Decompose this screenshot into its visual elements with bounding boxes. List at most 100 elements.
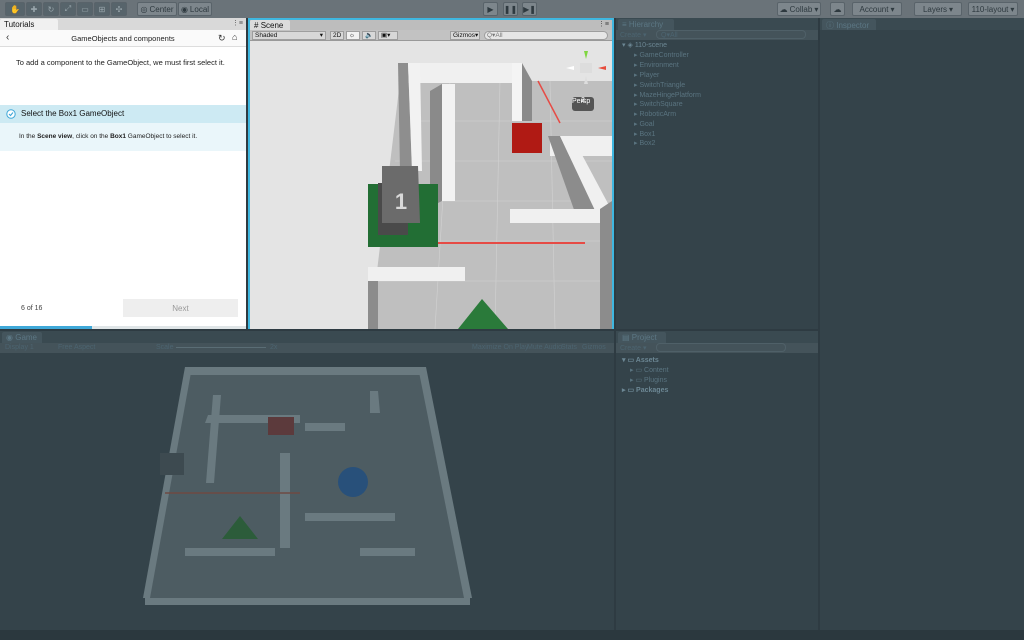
tab-hierarchy[interactable]: ≡ Hierarchy — [618, 19, 674, 30]
hierarchy-item[interactable]: ▸ SwitchTriangle — [634, 81, 685, 89]
project-panel: ▤ Project Create ▾ ▾ ▭ Assets ▸ ▭ Conten… — [616, 331, 818, 630]
rect-tool-button[interactable]: ▭ — [77, 2, 93, 16]
folder-icon: ▭ — [627, 357, 635, 364]
2d-toggle[interactable]: 2D — [330, 31, 344, 40]
maze-floor — [145, 367, 470, 598]
tutorial-intro-text: To add a component to the GameObject, we… — [16, 58, 225, 67]
rotate-tool-button[interactable]: ↻ — [43, 2, 59, 16]
pivot-icon: ◎ — [140, 4, 148, 14]
scene-root-row[interactable]: ▾ ◈ 110-scene — [622, 41, 667, 49]
hierarchy-item[interactable]: ▸ RoboticArm — [634, 110, 676, 118]
scale-slider[interactable] — [176, 347, 266, 348]
display-dropdown[interactable]: Display 1 — [5, 344, 34, 351]
stats-toggle[interactable]: Stats — [561, 344, 577, 351]
scale-tool-button[interactable]: ⤢ — [60, 2, 76, 16]
tab-scene[interactable]: # Scene — [250, 20, 290, 30]
gizmos-dropdown[interactable]: Gizmos▾ — [450, 31, 480, 40]
gizmos-label: Gizmos — [453, 32, 476, 39]
custom-tool-button[interactable]: ✣ — [111, 2, 127, 16]
red-switch-pad — [512, 123, 542, 153]
next-button[interactable]: Next — [123, 299, 238, 317]
content-folder[interactable]: ▸ ▭ Content — [630, 366, 669, 374]
detail-text-3: GameObject to select it. — [125, 133, 198, 140]
audio-toggle[interactable]: 🔈 — [362, 31, 376, 40]
shading-label: Shaded — [255, 32, 278, 39]
home-icon[interactable]: ⌂ — [232, 32, 237, 42]
panel-menu-icon[interactable]: ⋮≡ — [232, 19, 243, 27]
hierarchy-item[interactable]: ▸ GameController — [634, 51, 689, 59]
expand-arrow-icon: ▸ — [630, 377, 634, 384]
orientation-gizmo-icon[interactable] — [564, 48, 610, 92]
folder-icon: ▭ — [635, 367, 643, 374]
hierarchy-search-input[interactable]: Q▾All — [656, 30, 806, 39]
chevron-down-icon: ▾ — [475, 32, 479, 39]
scene-search-input[interactable]: Q▾All — [484, 31, 608, 40]
hierarchy-item-label: Player — [639, 72, 660, 79]
plugins-folder[interactable]: ▸ ▭ Plugins — [630, 376, 667, 384]
collab-button[interactable]: ☁ Collab ▾ — [777, 2, 821, 16]
game-tabbar: ◉ Game — [0, 331, 614, 343]
packages-folder[interactable]: ▸ ▭ Packages — [622, 386, 668, 394]
wall-right-edge — [600, 201, 612, 329]
project-create-dropdown[interactable]: Create ▾ — [620, 344, 646, 352]
services-button[interactable]: ☁ — [830, 2, 845, 16]
move-tool-button[interactable]: ✚ — [26, 2, 42, 16]
hierarchy-item[interactable]: ▸ SwitchSquare — [634, 100, 683, 108]
layout-label: 110-layout — [971, 4, 1009, 14]
create-dropdown[interactable]: Create ▾ — [620, 31, 646, 39]
assets-folder[interactable]: ▾ ▭ Assets — [622, 356, 659, 364]
scene-panel: # Scene ⋮≡ Shaded ▾ 2D ☼ 🔈 ▣▾ Gizmos▾ Q▾A… — [248, 18, 614, 329]
project-search-input[interactable] — [656, 343, 786, 352]
hierarchy-item[interactable]: ▸ Box1 — [634, 130, 655, 138]
pause-button[interactable]: ❚❚ — [503, 2, 518, 16]
wall-center-top — [442, 84, 455, 201]
pivot-label: Center — [149, 4, 174, 14]
hierarchy-item[interactable]: ▸ Player — [634, 71, 659, 79]
pause-icon: ❚❚ — [503, 4, 518, 14]
account-dropdown[interactable]: Account ▾ — [852, 2, 902, 16]
play-button[interactable]: ▶ — [483, 2, 498, 16]
aspect-dropdown[interactable]: Free Aspect — [58, 344, 95, 351]
play-icon: ▶ — [487, 4, 494, 14]
folder-icon: ▭ — [635, 377, 643, 384]
expand-arrow-icon: ▸ — [630, 367, 634, 374]
tab-game[interactable]: ◉ Game — [2, 332, 42, 343]
restart-icon[interactable]: ↻ — [218, 33, 226, 44]
content-label: Content — [644, 367, 669, 374]
scene-grid-icon: # — [254, 21, 259, 30]
chevron-down-icon: ▾ — [1010, 4, 1015, 14]
task-label: Select the Box1 GameObject — [21, 109, 125, 118]
lighting-toggle[interactable]: ☼ — [346, 31, 360, 40]
persp-label[interactable]: Persp — [572, 98, 590, 105]
expand-arrow-icon: ▾ — [622, 42, 626, 49]
layout-dropdown[interactable]: 110-layout ▾ — [968, 2, 1018, 16]
hierarchy-item[interactable]: ▸ Environment — [634, 61, 679, 69]
info-icon: ⓘ — [826, 21, 834, 30]
maximize-on-play-toggle[interactable]: Maximize On Play — [472, 344, 528, 351]
game-gizmos-dropdown[interactable]: Gizmos — [582, 344, 606, 351]
hierarchy-item[interactable]: ▸ Box2 — [634, 139, 655, 147]
hierarchy-tabbar: ≡ Hierarchy — [616, 18, 818, 30]
step-button[interactable]: ▶❚ — [522, 2, 537, 16]
transform-tool-button[interactable]: ⊞ — [94, 2, 110, 16]
hierarchy-item[interactable]: ▸ MazeHingePlatform — [634, 91, 701, 99]
tutorial-progress-bar — [0, 326, 246, 329]
shading-mode-dropdown[interactable]: Shaded ▾ — [252, 31, 326, 40]
unity-scene-icon: ◈ — [627, 42, 633, 49]
hierarchy-item[interactable]: ▸ Goal — [634, 120, 654, 128]
effects-dropdown[interactable]: ▣▾ — [378, 31, 398, 40]
mute-audio-toggle[interactable]: Mute Audio — [527, 344, 562, 351]
panel-menu-icon[interactable]: ⋮≡ — [598, 20, 609, 28]
game-viewport[interactable] — [0, 353, 614, 630]
tab-inspector[interactable]: ⓘ Inspector — [822, 19, 876, 30]
gizmo-neg-x-axis — [566, 66, 574, 70]
pivot-toggle-button[interactable]: ◎ Center — [137, 2, 177, 16]
space-toggle-button[interactable]: ◉ Local — [178, 2, 212, 16]
hand-tool-button[interactable]: ✋ — [5, 2, 25, 16]
wall-mid — [510, 209, 600, 223]
tab-tutorials[interactable]: Tutorials — [0, 19, 58, 30]
inspector-tabbar: ⓘ Inspector — [820, 18, 1024, 30]
layers-dropdown[interactable]: Layers ▾ — [914, 2, 962, 16]
tab-project[interactable]: ▤ Project — [618, 332, 666, 343]
scene-viewport[interactable]: 1 2 — [250, 41, 612, 329]
